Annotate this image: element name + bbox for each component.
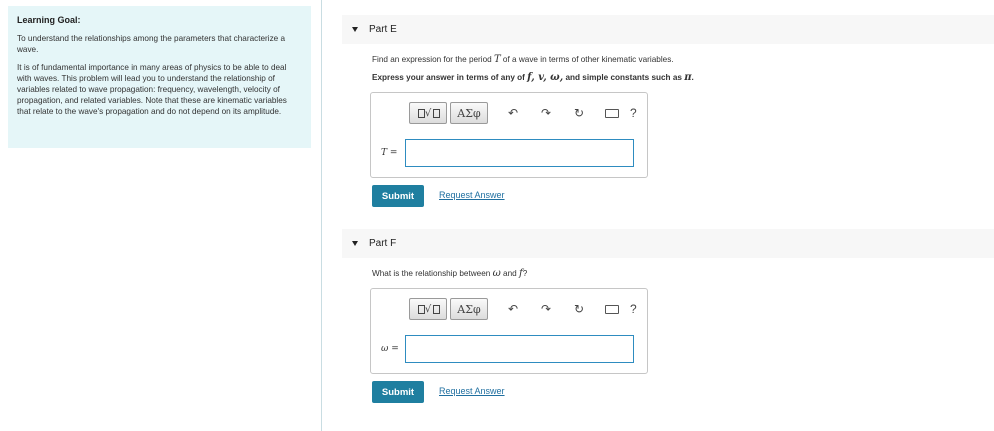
undo-icon[interactable]: ↶ <box>502 102 524 124</box>
part-e-answer-input[interactable] <box>405 139 634 167</box>
part-e-question: Find an expression for the period T of a… <box>372 54 674 65</box>
collapse-caret-icon[interactable] <box>352 27 358 32</box>
part-e-submit-button[interactable]: Submit <box>372 185 424 207</box>
part-e-header[interactable]: Part E <box>342 15 994 44</box>
reset-icon[interactable]: ↻ <box>568 102 590 124</box>
omega-variable: ω <box>492 268 501 279</box>
part-e-answer-label: T = <box>381 148 398 158</box>
redo-icon[interactable]: ↷ <box>535 298 557 320</box>
sqrt-template-icon: √ <box>424 303 432 315</box>
pi-constant: π <box>684 72 692 83</box>
math-toolbar: √ ΑΣφ ↶ ↷ ↻ ? <box>409 298 637 320</box>
learning-goal-description: It is of fundamental importance in many … <box>17 63 287 116</box>
part-f-answer-editor: √ ΑΣφ ↶ ↷ ↻ ? ω = <box>370 288 648 374</box>
part-e-instruction: Express your answer in terms of any of f… <box>372 72 694 83</box>
part-f-request-answer-link[interactable]: Request Answer <box>439 386 505 396</box>
part-f-answer-label: ω = <box>381 344 399 354</box>
help-icon[interactable]: ? <box>630 106 637 120</box>
allowed-variables: f, v, ω, <box>527 72 564 83</box>
box-template-icon <box>433 304 441 314</box>
part-f-title: Part F <box>369 238 397 249</box>
fraction-template-icon <box>417 304 425 314</box>
learning-goal-summary: To understand the relationships among th… <box>17 34 286 54</box>
undo-icon[interactable]: ↶ <box>502 298 524 320</box>
part-f-header[interactable]: Part F <box>342 229 994 258</box>
part-e-request-answer-link[interactable]: Request Answer <box>439 190 505 200</box>
templates-button[interactable]: √ <box>409 102 447 124</box>
math-toolbar: √ ΑΣφ ↶ ↷ ↻ ? <box>409 102 637 124</box>
column-divider <box>321 0 322 431</box>
period-variable: T <box>493 54 501 65</box>
keyboard-icon[interactable] <box>601 102 623 124</box>
fraction-template-icon <box>417 108 425 118</box>
part-f-submit-button[interactable]: Submit <box>372 381 424 403</box>
part-e-answer-editor: √ ΑΣφ ↶ ↷ ↻ ? T = <box>370 92 648 178</box>
learning-goal-title: Learning Goal: <box>17 15 81 25</box>
sqrt-template-icon: √ <box>424 107 432 119</box>
box-template-icon <box>433 108 441 118</box>
greek-symbols-button[interactable]: ΑΣφ <box>450 102 488 124</box>
help-icon[interactable]: ? <box>630 302 637 316</box>
greek-symbols-button[interactable]: ΑΣφ <box>450 298 488 320</box>
templates-button[interactable]: √ <box>409 298 447 320</box>
keyboard-icon[interactable] <box>601 298 623 320</box>
reset-icon[interactable]: ↻ <box>568 298 590 320</box>
part-e-title: Part E <box>369 24 397 35</box>
part-f-answer-input[interactable] <box>405 335 634 363</box>
learning-goal-panel: Learning Goal: To understand the relatio… <box>8 6 311 148</box>
redo-icon[interactable]: ↷ <box>535 102 557 124</box>
part-f-question: What is the relationship between ω and f… <box>372 268 528 279</box>
collapse-caret-icon[interactable] <box>352 241 358 246</box>
